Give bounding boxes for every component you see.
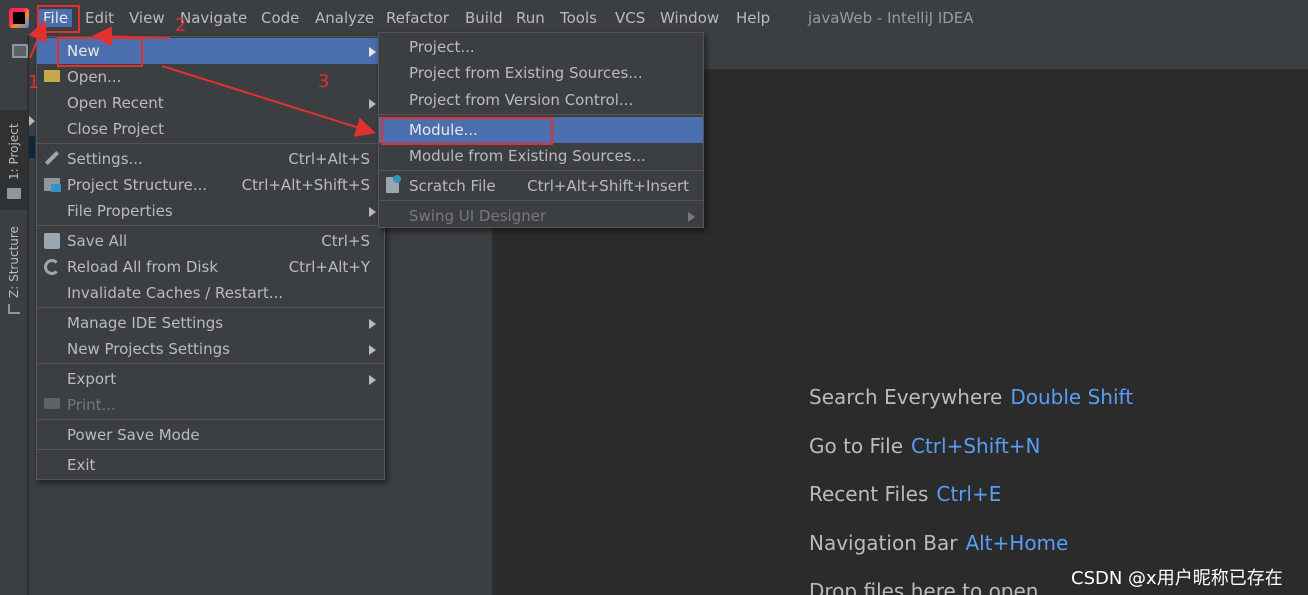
reload-icon (44, 259, 60, 275)
menu-separator (37, 143, 384, 144)
submenu-item-swing-ui-designer[interactable]: Swing UI Designer (379, 203, 703, 229)
annotation-number-3: 3 (318, 71, 330, 92)
left-tool-strip: 1: Project Z: Structure (0, 36, 28, 595)
menu-item-project-structure[interactable]: Project Structure... Ctrl+Alt+Shift+S (37, 172, 384, 198)
tool-tab-structure-label: Z: Structure (7, 226, 21, 298)
tree-expand-icon[interactable] (29, 116, 35, 126)
submenu-arrow-icon (369, 375, 376, 385)
submenu-item-project-vcs[interactable]: Project from Version Control... (379, 87, 703, 113)
menu-separator (37, 225, 384, 226)
menu-separator (37, 363, 384, 364)
folder-icon (7, 188, 21, 199)
menu-navigate[interactable]: Navigate (180, 9, 247, 27)
menu-item-open[interactable]: Open... (37, 64, 384, 90)
menu-item-open-recent[interactable]: Open Recent (37, 90, 384, 116)
tool-tab-project[interactable]: 1: Project (0, 110, 28, 210)
menu-separator (37, 307, 384, 308)
csdn-watermark: CSDN @x用户昵称已存在 (1071, 568, 1283, 589)
tool-tab-structure[interactable]: Z: Structure (0, 218, 28, 318)
menu-item-print[interactable]: Print... (37, 392, 384, 418)
menu-item-export[interactable]: Export (37, 366, 384, 392)
submenu-item-project[interactable]: Project... (379, 34, 703, 60)
submenu-item-module-existing-sources[interactable]: Module from Existing Sources... (379, 143, 703, 169)
submenu-arrow-icon (369, 99, 376, 109)
save-icon (44, 233, 60, 249)
menu-bar: File Edit View Navigate Code Analyze Ref… (0, 0, 1308, 36)
menu-window[interactable]: Window (660, 9, 719, 27)
hint-navigation-bar: Navigation Bar Alt+Home (809, 531, 1069, 555)
hint-search-key: Double Shift (1010, 385, 1134, 409)
hint-search-everywhere: Search Everywhere Double Shift (809, 385, 1134, 409)
scratch-clock-icon (393, 175, 401, 183)
printer-icon (44, 398, 60, 409)
menu-item-new-projects-settings[interactable]: New Projects Settings (37, 336, 384, 362)
annotation-box-module (381, 117, 553, 145)
submenu-item-project-existing-sources[interactable]: Project from Existing Sources... (379, 60, 703, 86)
menu-run[interactable]: Run (516, 9, 545, 27)
menu-item-close-project[interactable]: Close Project (37, 116, 384, 142)
project-view-icon[interactable] (12, 44, 28, 58)
menu-item-power-save-mode[interactable]: Power Save Mode (37, 422, 384, 448)
menu-item-save-all[interactable]: Save All Ctrl+S (37, 228, 384, 254)
menu-vcs[interactable]: VCS (615, 9, 645, 27)
menu-separator (379, 170, 703, 171)
tool-tab-project-label: 1: Project (7, 123, 21, 180)
menu-item-reload[interactable]: Reload All from Disk Ctrl+Alt+Y (37, 254, 384, 280)
submenu-item-scratch-file[interactable]: Scratch File Ctrl+Alt+Shift+Insert (379, 173, 703, 199)
menu-item-file-properties[interactable]: File Properties (37, 198, 384, 224)
menu-view[interactable]: View (129, 9, 165, 27)
submenu-arrow-icon (369, 207, 376, 217)
menu-help[interactable]: Help (736, 9, 770, 27)
menu-item-exit[interactable]: Exit (37, 452, 384, 478)
menu-edit[interactable]: Edit (85, 9, 114, 27)
annotation-number-2: 2 (175, 15, 187, 36)
structure-icon (8, 304, 20, 314)
hint-recent-key: Ctrl+E (936, 482, 1002, 506)
menu-separator (379, 200, 703, 201)
hint-recent-files: Recent Files Ctrl+E (809, 482, 1002, 506)
hint-goto-file: Go to File Ctrl+Shift+N (809, 434, 1041, 458)
annotation-box-file (37, 5, 80, 33)
annotation-number-1: 1 (28, 72, 40, 93)
menu-item-invalidate-caches[interactable]: Invalidate Caches / Restart... (37, 280, 384, 306)
annotation-box-new (57, 37, 143, 67)
intellij-logo-icon[interactable] (9, 8, 29, 28)
menu-tools[interactable]: Tools (560, 9, 597, 27)
menu-item-settings[interactable]: Settings... Ctrl+Alt+S (37, 146, 384, 172)
hint-goto-key: Ctrl+Shift+N (911, 434, 1041, 458)
menu-code[interactable]: Code (261, 9, 299, 27)
submenu-arrow-icon (369, 47, 376, 57)
project-structure-badge-icon (51, 184, 61, 192)
tree-selection-row[interactable] (29, 136, 35, 158)
window-title: javaWeb - IntelliJ IDEA (808, 9, 974, 27)
menu-refactor[interactable]: Refactor (386, 9, 449, 27)
menu-item-manage-ide-settings[interactable]: Manage IDE Settings (37, 310, 384, 336)
menu-build[interactable]: Build (465, 9, 503, 27)
hint-drop-files: Drop files here to open (809, 579, 1039, 595)
submenu-arrow-icon (688, 212, 695, 222)
open-folder-icon (44, 70, 60, 82)
menu-analyze[interactable]: Analyze (315, 9, 374, 27)
menu-separator (37, 419, 384, 420)
hint-nav-key: Alt+Home (965, 531, 1069, 555)
menu-separator (379, 114, 703, 115)
file-menu: New Open... Open Recent Close Project Se… (36, 36, 385, 480)
menu-separator (37, 449, 384, 450)
submenu-arrow-icon (369, 319, 376, 329)
submenu-arrow-icon (369, 345, 376, 355)
wrench-icon (44, 150, 60, 166)
